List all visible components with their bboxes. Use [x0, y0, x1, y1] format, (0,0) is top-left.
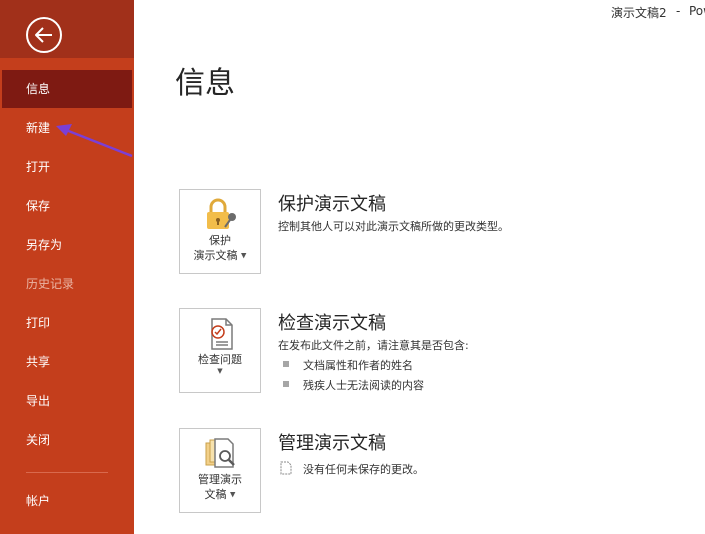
sidebar-divider — [26, 472, 108, 473]
tile-label-line1: 检查问题 — [198, 353, 242, 366]
window-title-separator: - — [676, 4, 681, 18]
window-title: 演示文稿2 — [611, 6, 667, 20]
tile-label-line2: 演示文稿 ▼ — [180, 248, 260, 264]
backstage-sidebar: 信息 新建 打开 保存 另存为 历史记录 打印 共享 导出 关闭 帐户 — [0, 0, 134, 534]
sidebar-item-label: 导出 — [26, 394, 51, 408]
sidebar-item-close[interactable]: 关闭 — [0, 421, 134, 459]
dropdown-caret-icon: ▼ — [241, 251, 247, 260]
section-desc-manage: 没有任何未保存的更改。 — [303, 463, 424, 476]
back-button[interactable] — [26, 17, 62, 53]
dropdown-caret-icon: ▼ — [230, 490, 236, 499]
section-desc-protect: 控制其他人可以对此演示文稿所做的更改类型。 — [278, 220, 509, 233]
sidebar-item-info[interactable]: 信息 — [2, 70, 132, 108]
sidebar-item-export[interactable]: 导出 — [0, 382, 134, 420]
sidebar-item-account[interactable]: 帐户 — [0, 482, 134, 520]
document-icon — [280, 461, 292, 475]
back-arrow-icon — [35, 27, 52, 43]
lock-key-icon — [207, 198, 236, 229]
section-title-protect: 保护演示文稿 — [278, 194, 386, 215]
section-title-manage: 管理演示文稿 — [278, 433, 386, 454]
sidebar-item-save-as[interactable]: 另存为 — [0, 226, 134, 264]
section-desc-inspect: 在发布此文件之前，请注意其是否包含: — [278, 339, 469, 352]
sidebar-item-label: 打开 — [26, 160, 51, 174]
dropdown-caret-icon: ▼ — [217, 367, 223, 375]
back-area — [0, 0, 134, 58]
protect-presentation-button[interactable]: 保护 演示文稿 ▼ — [179, 189, 261, 274]
tile-label-text: 文稿 — [204, 488, 227, 501]
list-item: 残疾人士无法阅读的内容 — [303, 379, 424, 392]
tile-label-line1: 管理演示 — [198, 473, 242, 486]
window-app-name: Pow — [689, 4, 705, 18]
sidebar-item-share[interactable]: 共享 — [0, 343, 134, 381]
tile-label-line1: 保护 — [209, 234, 231, 247]
sidebar-item-label: 保存 — [26, 199, 51, 213]
sidebar-item-label: 信息 — [26, 82, 51, 96]
tile-label-text: 演示文稿 — [193, 249, 238, 262]
page-title: 信息 — [175, 66, 235, 101]
sidebar-item-label: 共享 — [26, 355, 51, 369]
sidebar-item-label: 新建 — [26, 121, 51, 135]
sidebar-item-label: 关闭 — [26, 433, 51, 447]
tile-label-line2: 文稿 ▼ — [180, 487, 260, 503]
annotation-arrow-icon — [56, 124, 133, 158]
bullet-icon — [283, 361, 289, 367]
sidebar-item-label: 打印 — [26, 316, 51, 330]
sidebar-item-print[interactable]: 打印 — [0, 304, 134, 342]
sidebar-item-history: 历史记录 — [0, 265, 134, 303]
bullet-icon — [283, 381, 289, 387]
document-check-icon — [211, 318, 233, 350]
sidebar-item-label: 另存为 — [26, 238, 63, 252]
list-item: 文档属性和作者的姓名 — [303, 359, 413, 372]
sidebar-item-save[interactable]: 保存 — [0, 187, 134, 225]
section-title-inspect: 检查演示文稿 — [278, 313, 386, 334]
manage-versions-icon — [205, 438, 235, 468]
check-issues-button[interactable]: 检查问题 ▼ — [179, 308, 261, 393]
manage-presentation-button[interactable]: 管理演示 文稿 ▼ — [179, 428, 261, 513]
sidebar-item-label: 帐户 — [26, 494, 51, 508]
sidebar-item-label: 历史记录 — [26, 277, 75, 291]
